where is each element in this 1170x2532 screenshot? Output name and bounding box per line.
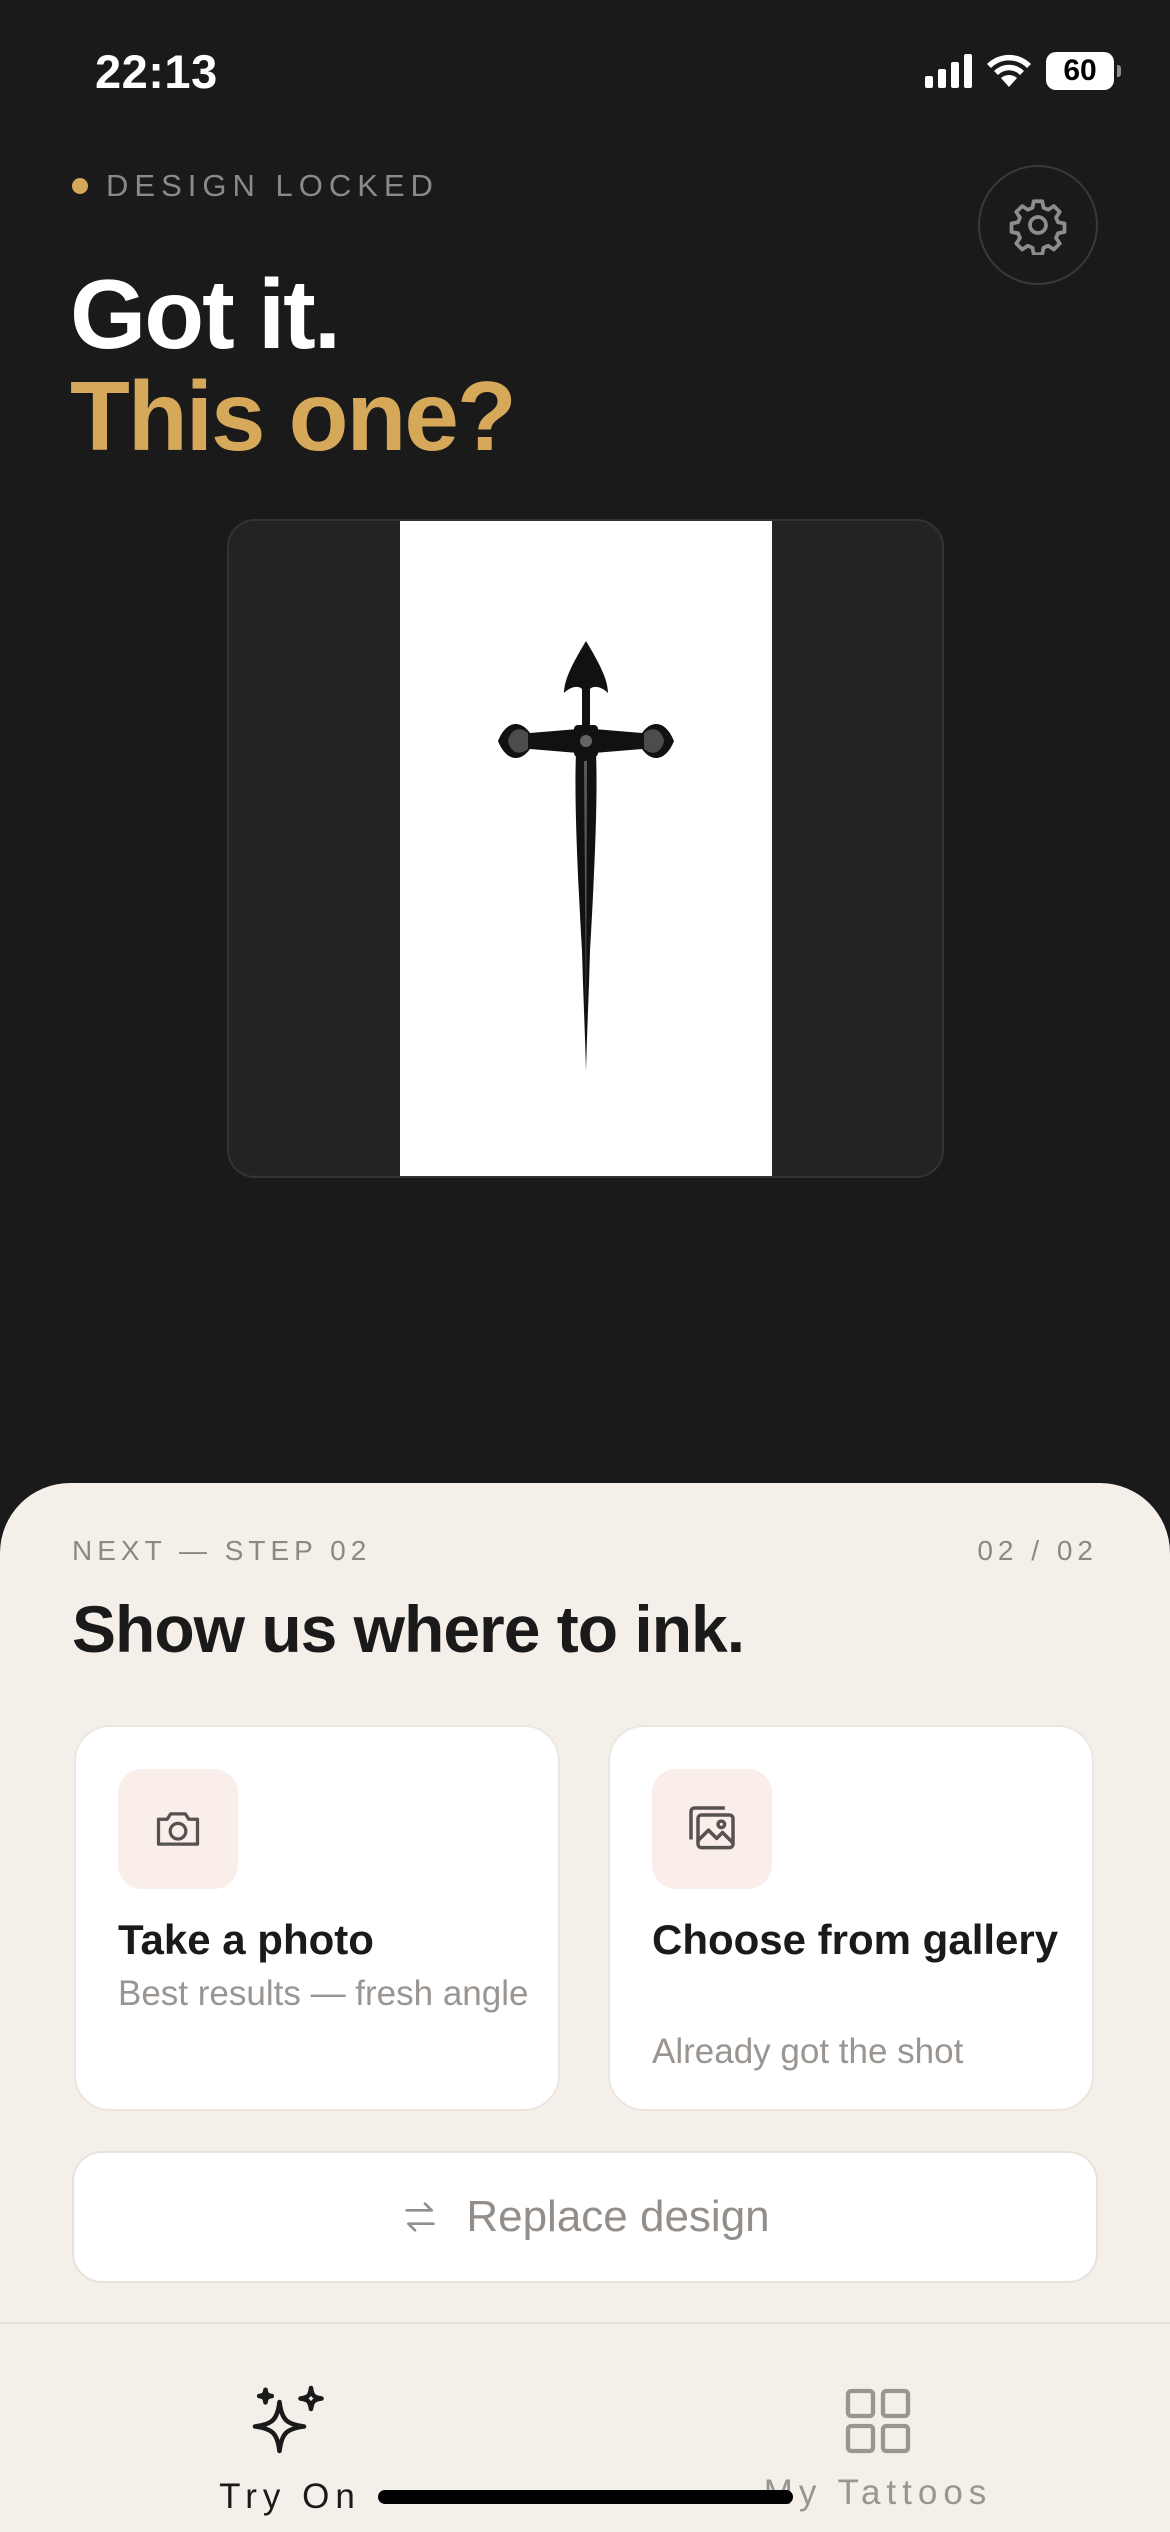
- battery-icon: 60: [1046, 52, 1121, 90]
- step-label: NEXT — STEP 02: [72, 1535, 372, 1566]
- choose-gallery-title: Choose from gallery: [652, 1916, 1059, 1963]
- gear-icon: [1009, 199, 1067, 255]
- gallery-icon: [689, 1806, 735, 1850]
- status-time: 22:13: [95, 45, 218, 98]
- take-photo-title: Take a photo: [118, 1916, 374, 1963]
- sparkle-icon: [252, 2385, 324, 2454]
- dagger-cross-image: [498, 640, 674, 1071]
- sheet-title: Show us where to ink.: [72, 1592, 745, 1666]
- settings-button[interactable]: [978, 165, 1098, 285]
- battery-level: 60: [1063, 54, 1097, 87]
- headline-accent: This one?: [70, 361, 517, 471]
- tab-try-on-label: Try On: [219, 2477, 361, 2516]
- cellular-signal-icon: [925, 54, 972, 88]
- status-dot-icon: [72, 178, 88, 194]
- design-preview: [227, 519, 944, 1178]
- wifi-icon: [987, 54, 1031, 87]
- home-indicator[interactable]: [378, 2490, 793, 2504]
- grid-icon: [845, 2388, 911, 2454]
- replace-design-button[interactable]: Replace design: [72, 2151, 1098, 2283]
- screen: 22:13 60 DESIGN LOCKED Got it. This one?: [0, 0, 1170, 2532]
- headline-primary: Got it.: [70, 259, 341, 369]
- design-locked-label: DESIGN LOCKED: [106, 168, 439, 203]
- tattoo-design-image: [400, 521, 772, 1176]
- camera-icon-tile: [118, 1769, 238, 1889]
- bottom-sheet: NEXT — STEP 02 02 / 02 Show us where to …: [0, 1483, 1170, 2532]
- take-photo-card[interactable]: Take a photo Best results — fresh angle: [74, 1725, 560, 2111]
- swap-icon: [405, 2202, 435, 2232]
- tab-my-tattoos-label: My Tattoos: [763, 2473, 993, 2512]
- camera-icon: [156, 1812, 200, 1846]
- gallery-icon-tile: [652, 1769, 772, 1889]
- choose-gallery-subtitle: Already got the shot: [652, 2032, 964, 2071]
- tab-bar-divider: [0, 2322, 1170, 2324]
- step-counter: 02 / 02: [977, 1535, 1098, 1566]
- choose-gallery-card[interactable]: Choose from gallery Already got the shot: [608, 1725, 1094, 2111]
- design-locked-badge: DESIGN LOCKED: [72, 168, 439, 204]
- replace-design-label: Replace design: [466, 2192, 770, 2241]
- status-indicators: 60: [925, 52, 1121, 90]
- take-photo-subtitle: Best results — fresh angle: [118, 1974, 529, 2013]
